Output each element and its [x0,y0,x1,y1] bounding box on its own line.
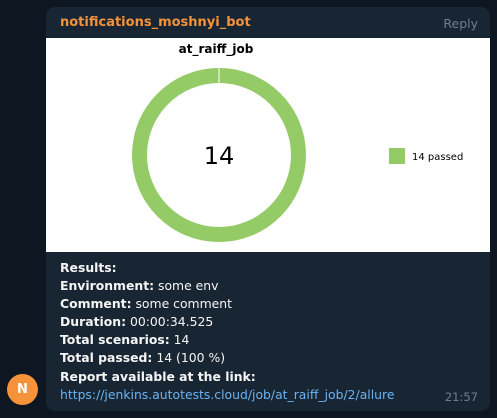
environment-value: some env [154,278,219,294]
results-heading: Results: [60,259,480,277]
chart-legend: 14 passed [389,148,463,164]
comment-label: Comment: [60,296,132,312]
message-bubble: notifications_moshnyi_bot Reply at_raiff… [46,7,490,411]
report-label: Report available at the link: [60,368,256,384]
total-passed-label: Total passed: [60,350,153,366]
total-scenarios-label: Total scenarios: [60,332,170,348]
chart-image[interactable]: at_raiff_job 14 14 passed [46,38,490,252]
total-passed-value: 14 (100 %) [152,350,226,366]
duration-value: 00:00:34.525 [126,314,214,330]
duration-line: Duration: 00:00:34.525 [60,313,480,331]
total-scenarios-line: Total scenarios: 14 [60,331,480,349]
comment-value: some comment [131,296,233,312]
report-link[interactable]: https://jenkins.autotests.cloud/job/at_r… [60,387,394,402]
center-value-label: 14 [204,142,235,170]
message-timestamp: 21:57 [444,390,478,404]
comment-line: Comment: some comment [60,295,480,313]
bot-avatar[interactable]: N [7,374,38,405]
sender-name[interactable]: notifications_moshnyi_bot [60,15,251,30]
total-passed-line: Total passed: 14 (100 %) [60,349,480,367]
donut-chart: at_raiff_job 14 14 passed [132,42,463,242]
legend-swatch-0 [389,148,405,164]
message-text: Results: Environment: some env Comment: … [60,259,480,404]
duration-label: Duration: [60,314,127,330]
avatar-initial: N [17,382,28,397]
reply-button[interactable]: Reply [443,16,478,31]
report-line: Report available at the link: [60,368,480,386]
environment-line: Environment: some env [60,277,480,295]
total-scenarios-value: 14 [169,332,190,348]
chart-title: at_raiff_job [179,42,254,57]
results-label: Results: [60,260,117,275]
legend-label-0: 14 passed [412,152,463,163]
environment-label: Environment: [60,278,155,294]
report-link-line: https://jenkins.autotests.cloud/job/at_r… [60,386,480,404]
